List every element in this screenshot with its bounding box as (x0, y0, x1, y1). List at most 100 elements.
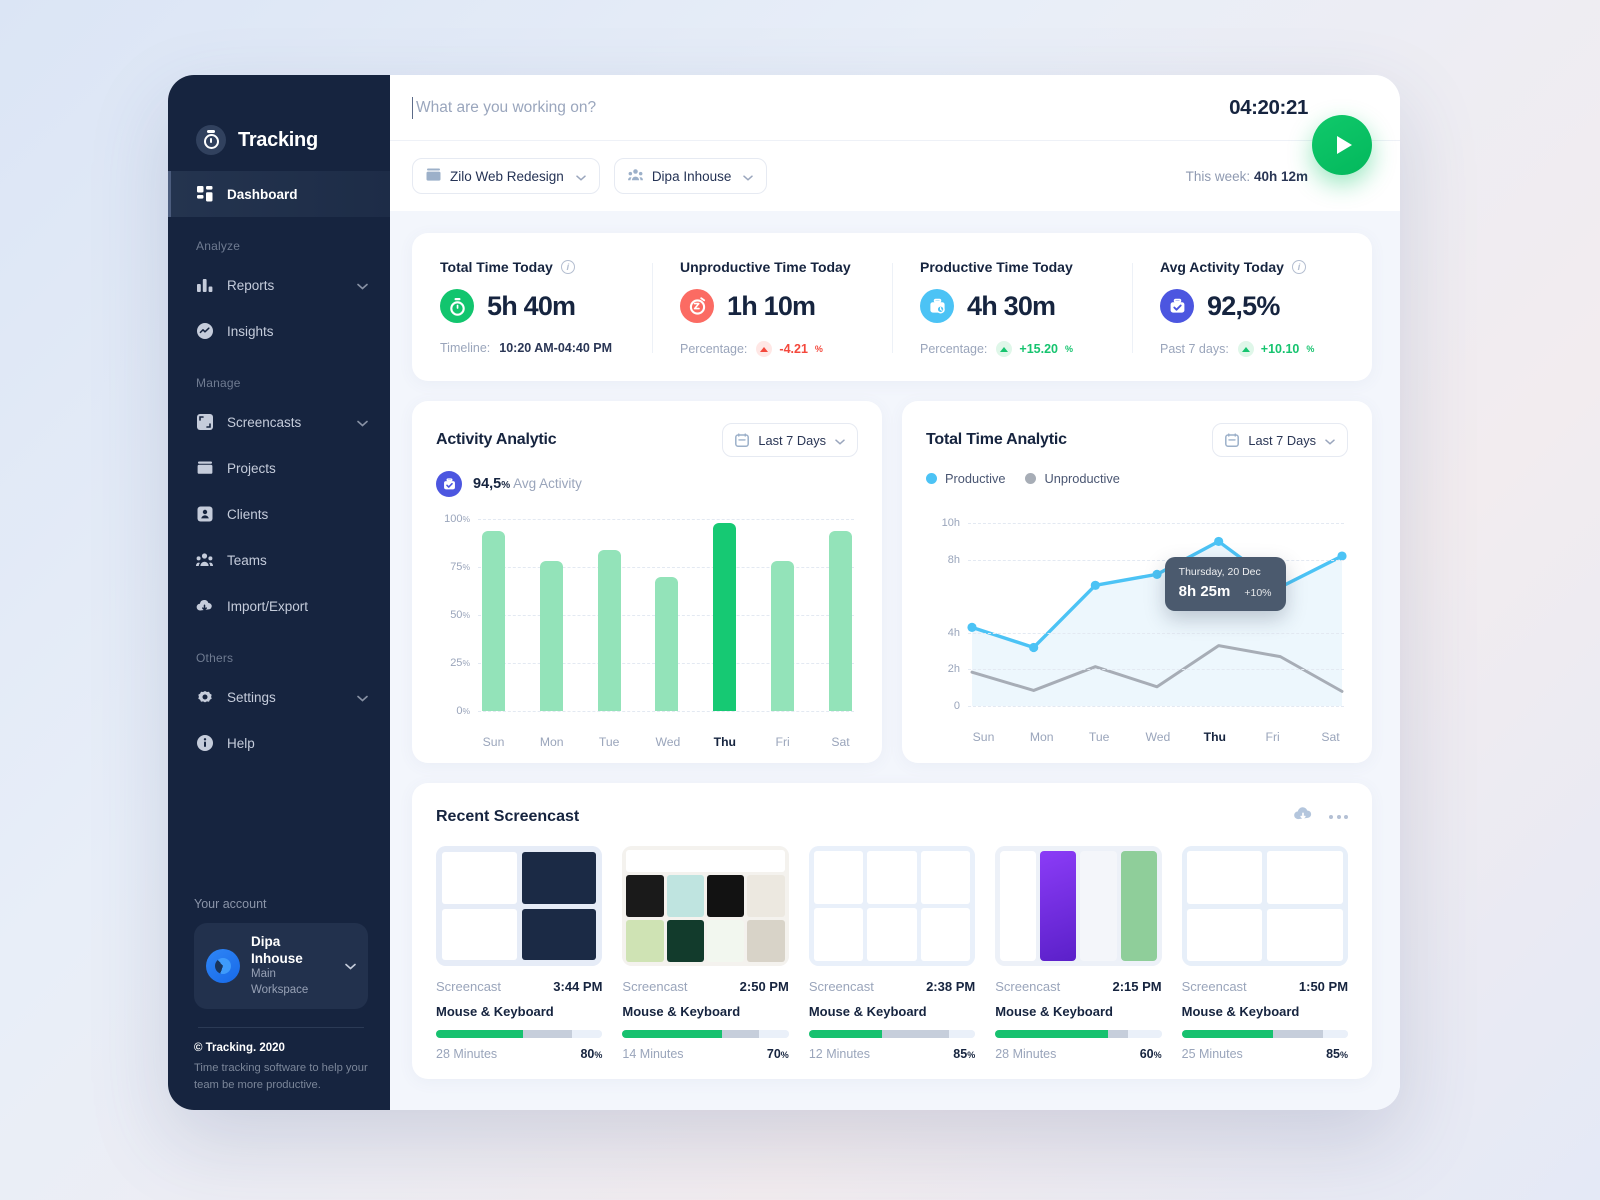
screencast-source: Mouse & Keyboard (436, 1004, 554, 1019)
screencast-item[interactable]: Screencast 3:44 PM Mouse & Keyboard 28 Minu… (436, 846, 603, 1061)
y-tick-label: 25% (450, 657, 470, 669)
client-selector[interactable]: Dipa Inhouse (613, 158, 768, 194)
x-tick-label: Sat (831, 735, 850, 749)
stat-total-time: Total Time Today i 5h 40m Timeline: 10:2… (412, 259, 652, 357)
date-range-selector[interactable]: Last 7 Days (722, 423, 858, 457)
progress-segment-active (1181, 1030, 1274, 1038)
screencast-progress (1181, 1030, 1349, 1038)
more-options-icon[interactable] (1329, 814, 1348, 819)
pulse-circle-icon (196, 323, 213, 340)
activity-x-axis: Sun Mon Tue Wed Thu Fri Sat (482, 735, 852, 749)
screencast-percent: 80% (580, 1047, 603, 1061)
account-name: Dipa Inhouse (251, 933, 303, 966)
screencast-meta: Screencast 3:44 PM (436, 979, 602, 994)
start-timer-button[interactable] (1312, 115, 1372, 175)
tooltip-value: 8h 25m (1178, 583, 1231, 601)
legend-label: Productive (945, 471, 1006, 486)
progress-segment-active (436, 1030, 523, 1038)
screencast-thumbnail[interactable] (1181, 846, 1349, 966)
data-point[interactable] (967, 622, 977, 632)
screencast-progress (622, 1030, 789, 1038)
screencast-source: Mouse & Keyboard (622, 1004, 741, 1019)
workspace-switcher[interactable]: Dipa Inhouse Main Workspace (194, 922, 368, 1010)
sidebar-item-projects[interactable]: Projects (168, 445, 390, 491)
stat-foot-label: Past 7 days: (1160, 342, 1229, 356)
people-icon (627, 168, 643, 185)
area-fill (972, 541, 1342, 706)
date-range-selector[interactable]: Last 7 Days (1212, 423, 1348, 457)
chevron-down-icon[interactable] (357, 690, 368, 705)
sidebar-item-help[interactable]: Help (168, 720, 390, 766)
screencast-thumbnail[interactable] (995, 846, 1162, 966)
week-total-value: 40h 12m (1253, 168, 1308, 184)
screencast-thumbnail[interactable] (808, 846, 976, 966)
project-selector[interactable]: Zilo Web Redesign (412, 158, 600, 194)
bar[interactable] (771, 561, 795, 711)
stat-productive-time: Productive Time Today 4h 30m Percentage: (892, 259, 1132, 357)
chevron-down-icon (576, 169, 586, 184)
x-tick-label: Fri (775, 735, 790, 749)
sidebar-item-teams[interactable]: Teams (168, 537, 390, 583)
screencast-percent: 85% (1326, 1047, 1349, 1061)
bar[interactable] (597, 549, 621, 711)
bar[interactable] (482, 530, 505, 711)
stat-title-text: Productive Time Today (920, 259, 1073, 275)
sidebar-item-reports[interactable]: Reports (168, 262, 390, 308)
bar[interactable] (828, 530, 852, 711)
info-icon[interactable]: i (560, 260, 575, 274)
screencast-item[interactable]: Screencast 2:15 PM Mouse & Keyboard 28 Minu… (995, 846, 1162, 1061)
client-name: Dipa Inhouse (651, 168, 732, 184)
bar[interactable] (713, 522, 737, 711)
screencast-item[interactable]: Screencast 2:38 PM Mouse & Keyboard 12 Minu… (808, 846, 976, 1061)
sidebar-item-screencasts[interactable]: Screencasts (168, 399, 390, 445)
x-tick-label: Thu (713, 735, 736, 749)
sidebar-item-settings[interactable]: Settings (168, 674, 390, 720)
progress-segment-mid (882, 1030, 949, 1038)
cloud-download-icon[interactable] (1293, 805, 1313, 828)
bar[interactable] (539, 561, 563, 711)
stat-avg-activity: Avg Activity Today i 92,5% Past 7 days: (1132, 259, 1372, 357)
screencast-minutes: 14 Minutes (622, 1047, 684, 1061)
sidebar-item-insights[interactable]: Insights (168, 308, 390, 354)
chevron-down-icon[interactable] (357, 278, 368, 293)
data-point[interactable] (1090, 580, 1100, 590)
folder-icon (426, 168, 441, 185)
sidebar: Tracking Dashboard Analyze Reports Insig… (168, 75, 390, 1110)
data-point[interactable] (1029, 642, 1039, 653)
screencast-footer: 28 Minutes 80% (436, 1047, 602, 1061)
screencast-thumbnail[interactable] (622, 846, 789, 966)
bar[interactable] (655, 576, 679, 711)
sidebar-item-import-export[interactable]: Import/Export (168, 583, 390, 629)
legend-dot (1025, 473, 1037, 484)
task-input[interactable] (412, 96, 1230, 119)
sidebar-group-manage: Manage (196, 376, 241, 390)
x-tick-label: Tue (1088, 730, 1110, 744)
screencast-name: Screencast (808, 979, 874, 994)
chevron-down-icon[interactable] (357, 415, 368, 430)
screencast-footer: 25 Minutes 85% (1182, 1047, 1348, 1061)
recent-screencast-card: Recent Screencast Screencast 3:44 PM Mouse… (412, 783, 1372, 1079)
screencast-footer: 28 Minutes 60% (995, 1047, 1161, 1061)
progress-segment-mid (522, 1030, 573, 1038)
screencast-minutes: 25 Minutes (1181, 1047, 1243, 1061)
data-point[interactable] (1214, 536, 1224, 547)
chevron-down-icon[interactable] (345, 957, 356, 975)
screencast-thumbnail[interactable] (436, 846, 603, 966)
screencast-source: Mouse & Keyboard (1181, 1004, 1300, 1019)
data-point[interactable] (1152, 569, 1162, 579)
info-icon[interactable]: i (1291, 260, 1306, 274)
sleep-clock-icon (680, 289, 714, 323)
triangle-up-icon (1237, 341, 1254, 357)
chart-title: Activity Analytic (436, 431, 557, 448)
stat-main: 4h 30m (920, 289, 1104, 323)
screencast-item[interactable]: Screencast 1:50 PM Mouse & Keyboard 25 Minu… (1181, 846, 1349, 1061)
sidebar-item-clients[interactable]: Clients (168, 491, 390, 537)
screencast-item[interactable]: Screencast 2:50 PM Mouse & Keyboard 14 Minu… (622, 846, 789, 1061)
total-time-x-axis: Sun Mon Tue Wed Thu Fri Sat (972, 730, 1342, 744)
x-tick-label: Mon (539, 735, 564, 749)
stat-foot-value: 10:20 AM-04:40 PM (499, 341, 613, 355)
screencast-source: Mouse & Keyboard (995, 1004, 1113, 1019)
triangle-up-icon (996, 341, 1013, 357)
stat-main: 5h 40m (440, 289, 624, 323)
sidebar-item-dashboard[interactable]: Dashboard (168, 171, 390, 217)
